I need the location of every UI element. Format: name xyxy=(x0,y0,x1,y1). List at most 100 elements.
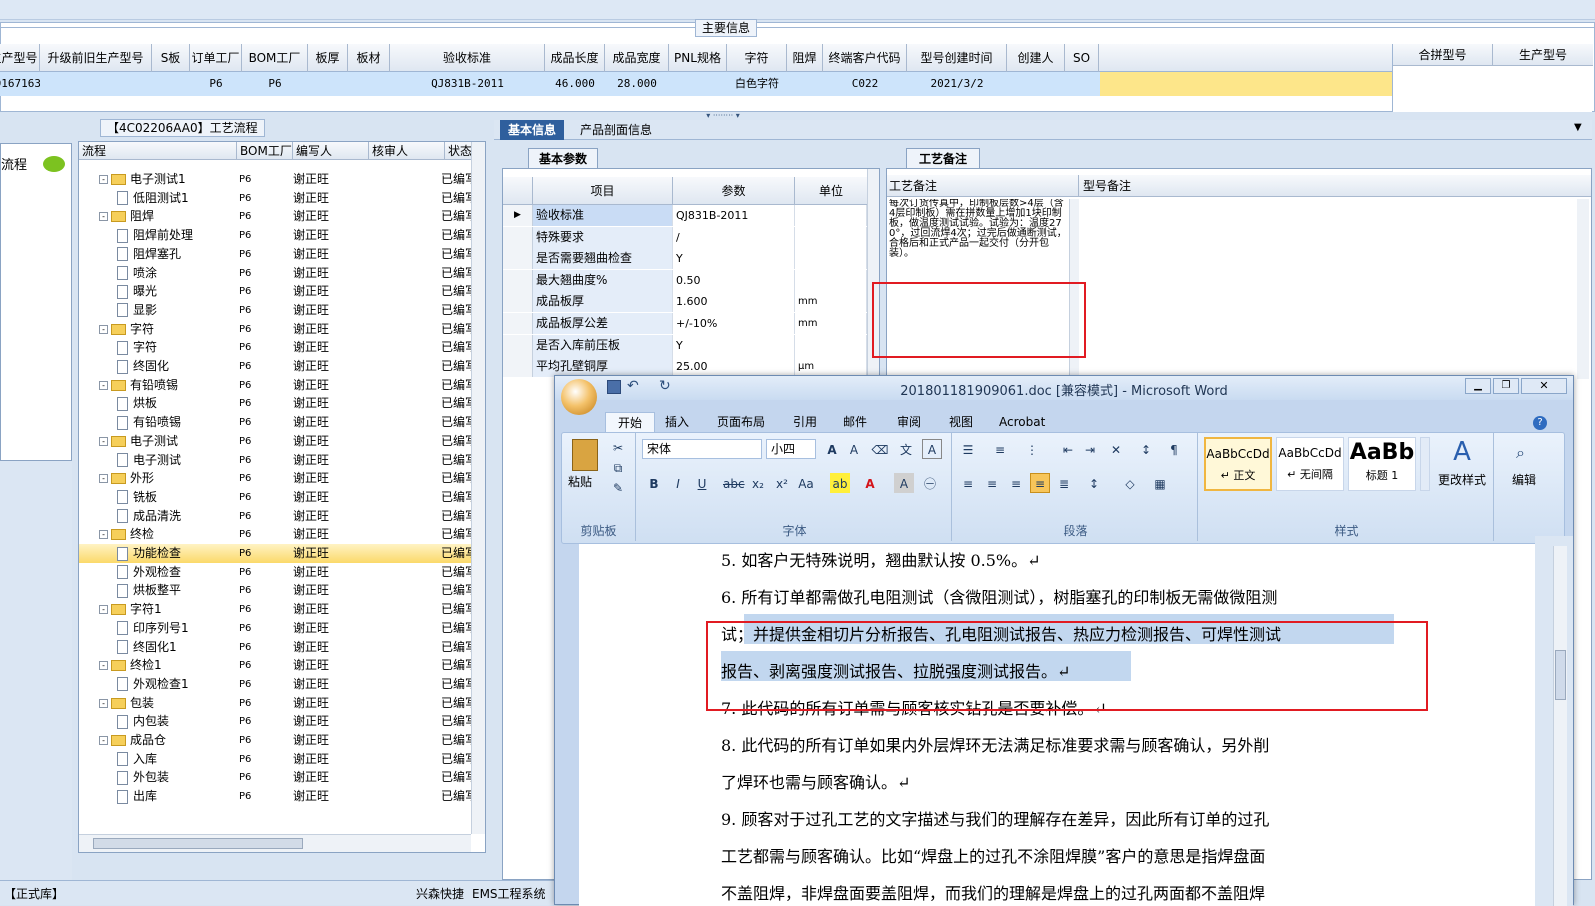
param-item[interactable]: 是否需要翘曲检查 xyxy=(533,248,673,270)
process-col-0[interactable]: 流程 xyxy=(79,142,237,160)
process-row[interactable]: - 阻焊 P6 谢正旺 已编写 xyxy=(79,207,471,226)
collapse-icon[interactable]: - xyxy=(99,175,108,184)
main-cell-9[interactable]: 28.000 xyxy=(605,72,669,96)
font-size-select[interactable]: 小四 xyxy=(766,439,816,459)
process-row[interactable]: - 字符1 P6 谢正旺 已编写 xyxy=(79,600,471,619)
cut-icon[interactable]: ✂ xyxy=(608,437,628,457)
main-cell-0[interactable]: 00167163 xyxy=(0,72,40,96)
process-row[interactable]: 喷涂 P6 谢正旺 已编写 xyxy=(79,264,471,283)
param-value[interactable]: QJ831B-2011 xyxy=(673,205,795,226)
process-row[interactable]: - 字符 P6 谢正旺 已编写 xyxy=(79,320,471,339)
superscript-icon[interactable]: x² xyxy=(772,473,792,493)
param-row[interactable]: 成品板厚 1.600 mm xyxy=(503,291,867,313)
process-row[interactable]: 烘板整平 P6 谢正旺 已编写 xyxy=(79,581,471,600)
splitter-grip[interactable]: ▾ ········ ▾ xyxy=(688,112,758,120)
font-name-select[interactable]: 宋体 xyxy=(642,439,762,459)
param-row[interactable]: 成品板厚公差 +/-10% mm xyxy=(503,313,867,334)
collapse-icon[interactable]: - xyxy=(99,324,108,334)
param-item[interactable]: 成品板厚公差 xyxy=(533,313,673,334)
change-case-icon[interactable]: Aa xyxy=(796,473,816,493)
main-col-0[interactable]: 生产型号 xyxy=(0,44,40,72)
document-page[interactable]: 5. 如客户无特殊说明，翘曲默认按 0.5%。↵ 6. 所有订单都需做孔电阻测试（… xyxy=(579,544,1535,906)
main-col-10[interactable]: PNL规格 xyxy=(669,44,727,72)
param-row[interactable]: 特殊要求 / xyxy=(503,226,867,248)
tab-basic-info[interactable]: 基本信息 xyxy=(500,120,565,140)
process-row[interactable]: 外观检查1 P6 谢正旺 已编写 xyxy=(79,675,471,694)
process-row[interactable]: 铣板 P6 谢正旺 已编写 xyxy=(79,488,471,507)
doc-vscroll-thumb[interactable] xyxy=(1555,650,1566,700)
help-icon[interactable]: ? xyxy=(1533,416,1547,430)
ribbon-tab-4[interactable]: 邮件 xyxy=(831,412,879,432)
main-col-6[interactable]: 板材 xyxy=(348,44,390,72)
main-col-1[interactable]: 升级前旧生产型号 xyxy=(40,44,152,72)
sort-icon[interactable]: ↕ xyxy=(1136,439,1156,459)
ribbon-tab-6[interactable]: 视图 xyxy=(937,412,985,432)
shrink-font-icon[interactable]: A xyxy=(844,439,864,459)
main-col-13[interactable]: 终端客户代码 xyxy=(823,44,907,72)
collapse-icon[interactable]: - xyxy=(99,661,108,671)
style-no-spacing[interactable]: AaBbCcDd ↵ 无间隔 xyxy=(1276,437,1344,491)
edit-label[interactable]: 编辑 xyxy=(1512,471,1536,488)
increase-indent-icon[interactable]: ⇥ xyxy=(1080,439,1100,459)
collapse-icon[interactable]: - xyxy=(99,736,108,745)
process-row[interactable]: - 成品仓 P6 谢正旺 已编写 xyxy=(79,731,471,750)
process-row[interactable]: 有铅喷锡 P6 谢正旺 已编写 xyxy=(79,413,471,432)
process-row[interactable]: 终固化 P6 谢正旺 已编写 xyxy=(79,357,471,376)
subscript-icon[interactable]: x₂ xyxy=(748,473,768,493)
process-row[interactable]: 字符 P6 谢正旺 已编写 xyxy=(79,338,471,357)
process-row[interactable]: 曝光 P6 谢正旺 已编写 xyxy=(79,282,471,301)
shading-icon[interactable]: ◇ xyxy=(1120,473,1140,493)
main-cell-7[interactable]: QJ831B-2011 xyxy=(390,72,545,96)
bold-icon[interactable]: B xyxy=(644,473,664,493)
ribbon-tab-2[interactable]: 页面布局 xyxy=(705,412,777,432)
change-styles-icon[interactable]: A xyxy=(1434,437,1490,467)
align-center-icon[interactable]: ≡ xyxy=(982,473,1002,493)
process-row[interactable]: - 终检1 P6 谢正旺 已编写 xyxy=(79,656,471,675)
model-remarks-scrollbar[interactable] xyxy=(1577,199,1589,379)
tree-hscrollbar[interactable] xyxy=(79,834,471,852)
tree-hscroll-thumb[interactable] xyxy=(93,838,303,849)
param-unit[interactable] xyxy=(795,226,867,248)
process-row[interactable]: 入库 P6 谢正旺 已编写 xyxy=(79,750,471,769)
param-item[interactable]: 验收标准 xyxy=(533,205,673,226)
param-row[interactable]: 是否入库前压板 Y xyxy=(503,334,867,356)
param-item[interactable]: 特殊要求 xyxy=(533,226,673,248)
main-col-8[interactable]: 成品长度 xyxy=(545,44,605,72)
main-col-12[interactable]: 阻焊 xyxy=(787,44,823,72)
close-button[interactable]: ✕ xyxy=(1521,378,1567,394)
main-cell-10[interactable] xyxy=(669,72,727,96)
process-row[interactable]: 内包装 P6 谢正旺 已编写 xyxy=(79,712,471,731)
line-spacing-icon[interactable]: ↕ xyxy=(1084,473,1104,493)
tab-product-profile[interactable]: 产品剖面信息 xyxy=(574,120,658,140)
param-item[interactable]: 成品板厚 xyxy=(533,291,673,313)
tab-basic-params[interactable]: 基本参数 xyxy=(528,148,599,168)
underline-icon[interactable]: U xyxy=(692,473,712,493)
main-col-5[interactable]: 板厚 xyxy=(308,44,348,72)
process-row[interactable]: 印序列号1 P6 谢正旺 已编写 xyxy=(79,619,471,638)
main-cell-13[interactable]: C022 xyxy=(823,72,907,96)
format-painter-icon[interactable]: ✎ xyxy=(608,477,628,497)
param-unit[interactable]: mm xyxy=(795,291,867,313)
tabs-dropdown-icon[interactable]: ▼ xyxy=(1574,122,1582,133)
process-col-2[interactable]: 编写人 xyxy=(293,142,369,160)
param-unit[interactable] xyxy=(795,334,867,356)
main-cell-8[interactable]: 46.000 xyxy=(545,72,605,96)
binoculars-icon[interactable]: ⌕ xyxy=(1516,443,1525,463)
collapse-icon[interactable]: - xyxy=(99,605,108,615)
main-cell-11[interactable]: 白色字符 xyxy=(727,72,787,96)
process-row[interactable]: 阻焊塞孔 P6 谢正旺 已编写 xyxy=(79,245,471,264)
comment-icon[interactable] xyxy=(43,156,65,172)
process-row[interactable]: 显影 P6 谢正旺 已编写 xyxy=(79,301,471,320)
param-unit[interactable]: mm xyxy=(795,313,867,334)
collapse-icon[interactable]: - xyxy=(99,436,108,446)
main-cell-5[interactable] xyxy=(308,72,348,96)
collapse-icon[interactable]: - xyxy=(99,698,108,708)
bullets-icon[interactable]: ☰ xyxy=(958,439,978,459)
process-row[interactable]: 外观检查 P6 谢正旺 已编写 xyxy=(79,563,471,582)
main-cell-3[interactable]: P6 xyxy=(190,72,242,96)
enclose-char-icon[interactable]: ㊀ xyxy=(920,473,940,493)
process-row[interactable]: - 电子测试 P6 谢正旺 已编写 xyxy=(79,432,471,451)
distributed-icon[interactable]: ≣ xyxy=(1054,473,1074,493)
process-col-3[interactable]: 核审人 xyxy=(369,142,445,160)
param-row[interactable]: ▶ 验收标准 QJ831B-2011 xyxy=(503,205,867,226)
